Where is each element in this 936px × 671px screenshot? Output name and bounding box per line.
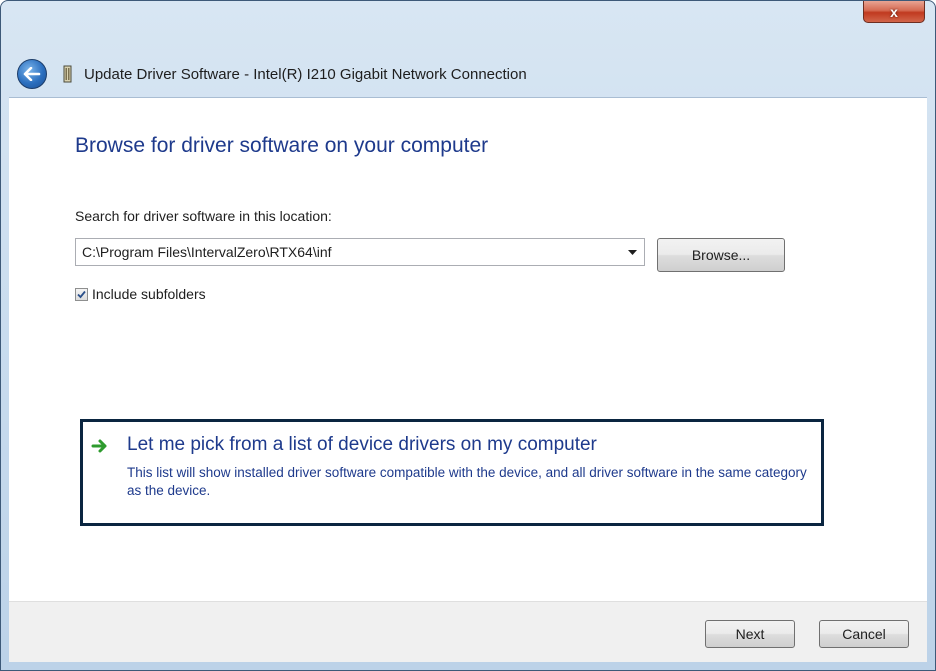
window-title: Update Driver Software - Intel(R) I210 G…: [84, 65, 527, 83]
location-path-value[interactable]: C:\Program Files\IntervalZero\RTX64\inf: [76, 244, 620, 260]
green-arrow-icon: [91, 439, 107, 453]
back-arrow-icon: [23, 67, 41, 81]
dialog-footer: Next Cancel: [9, 601, 927, 662]
close-icon: x: [890, 3, 898, 20]
search-location-label: Search for driver software in this locat…: [75, 208, 332, 224]
dropdown-button[interactable]: [620, 239, 644, 265]
content-area: Browse for driver software on your compu…: [9, 97, 927, 602]
pick-from-list-description: This list will show installed driver sof…: [127, 465, 807, 498]
pick-from-list-title[interactable]: Let me pick from a list of device driver…: [127, 434, 597, 456]
dropdown-arrow-icon: [627, 249, 637, 255]
include-subfolders-checkbox[interactable]: [75, 287, 88, 301]
next-button[interactable]: Next: [705, 620, 795, 648]
browse-button[interactable]: Browse...: [657, 238, 785, 272]
title-bar: x: [1, 1, 935, 45]
location-combobox[interactable]: C:\Program Files\IntervalZero\RTX64\inf: [75, 238, 645, 266]
include-subfolders-label: Include subfolders: [92, 286, 206, 302]
pick-from-list-link[interactable]: Let me pick from a list of device driver…: [80, 419, 824, 526]
include-subfolders-option[interactable]: Include subfolders: [75, 286, 206, 302]
page-heading: Browse for driver software on your compu…: [75, 134, 489, 157]
checkmark-icon: [77, 290, 86, 298]
back-button[interactable]: [17, 59, 47, 89]
close-button[interactable]: x: [863, 1, 925, 23]
network-adapter-icon: [63, 65, 72, 83]
navigation-bar: Update Driver Software - Intel(R) I210 G…: [9, 53, 929, 95]
dialog-window: x Update Driver Software - Intel(R) I210…: [0, 0, 936, 671]
cancel-button[interactable]: Cancel: [819, 620, 909, 648]
